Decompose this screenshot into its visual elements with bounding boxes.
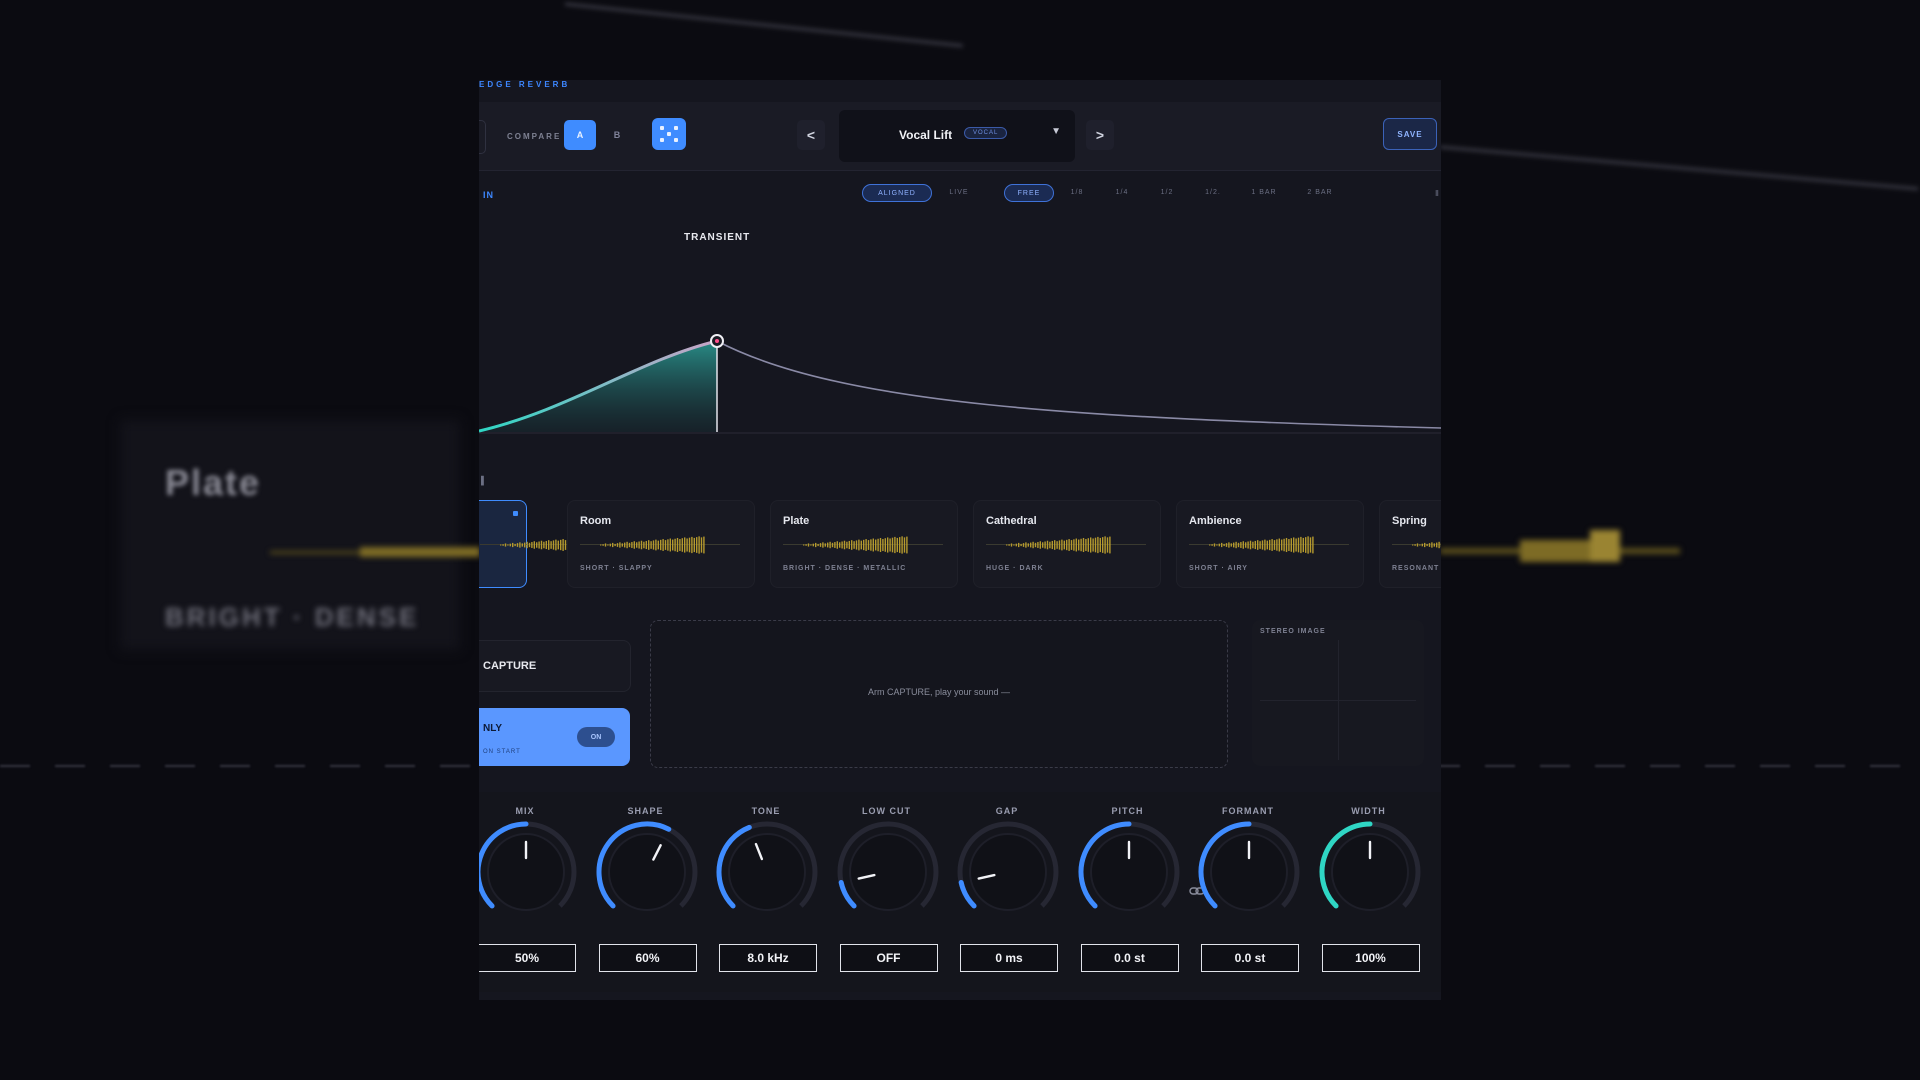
reverb-type-name: Room <box>580 515 612 527</box>
preset-tag-badge: VOCAL <box>964 127 1008 139</box>
division-1-bar[interactable]: 1 BAR <box>1241 184 1287 200</box>
reverb-type-description: SHORT · SLAPPY <box>580 565 653 572</box>
bg-title: Plate <box>165 462 262 503</box>
division-2-bar[interactable]: 2 BAR <box>1297 184 1343 200</box>
preset-selector[interactable]: Vocal Lift VOCAL ▼ <box>839 110 1075 162</box>
reverb-plugin-panel: EDGE REVERB COMPARE A B < Vocal Lift VOC… <box>479 80 1441 1000</box>
decay-curve <box>716 340 1441 429</box>
knob-value-field[interactable]: 8.0 kHz <box>719 944 817 972</box>
waveform-thumbnail <box>1392 541 1441 549</box>
only-toggle-panel[interactable]: NLY ON START ON <box>479 708 630 766</box>
knob-width[interactable]: WIDTH 100% <box>1314 792 1424 982</box>
compare-a-button[interactable]: A <box>564 120 596 150</box>
knob-dial[interactable] <box>834 814 942 924</box>
knob-dial[interactable] <box>1316 814 1424 924</box>
toolbar: COMPARE A B < Vocal Lift VOCAL ▼ > SAVE <box>479 102 1441 171</box>
knob-value-field[interactable]: OFF <box>839 944 938 972</box>
knob-value-field[interactable]: 0 ms <box>960 944 1058 972</box>
reverb-type-description: RESONANT · <box>1392 565 1441 572</box>
reverb-type-name: Spring <box>1392 515 1427 527</box>
stereo-image-display: STEREO IMAGE <box>1252 620 1424 766</box>
compare-label: COMPARE <box>507 132 562 141</box>
knob-body <box>728 833 806 911</box>
preset-prev-button[interactable]: < <box>797 120 825 150</box>
reverb-type-name: Ambience <box>1189 515 1242 527</box>
knob-value-field[interactable]: 60% <box>598 944 697 972</box>
knob-tone[interactable]: TONE 8.0 kHz <box>711 792 821 982</box>
input-label: IN <box>483 190 494 200</box>
reverb-type-card[interactable] <box>479 500 640 588</box>
reverb-type-name: Plate <box>783 515 810 527</box>
bg-waveform-right <box>1440 530 1680 562</box>
knob-body <box>848 833 927 911</box>
only-toggle[interactable]: ON <box>577 727 615 747</box>
preset-next-button[interactable]: > <box>1086 120 1114 150</box>
reverb-type-card[interactable]: Cathedral HUGE · DARK <box>973 500 1161 588</box>
capture-button[interactable]: CAPTURE <box>479 640 631 692</box>
bg-waveform <box>270 547 480 557</box>
brand-strip: EDGE REVERB <box>479 80 571 89</box>
capture-drop-zone[interactable]: Arm CAPTURE, play your sound — <box>650 620 1228 768</box>
reverb-type-description: SHORT · AIRY <box>1189 565 1248 572</box>
only-label: NLY <box>483 723 503 734</box>
bg-subtitle: BRIGHT · DENSE <box>165 602 420 632</box>
reverb-type-card[interactable]: Spring RESONANT · <box>1379 500 1441 588</box>
dropzone-text: Arm CAPTURE, play your sound — <box>867 687 1011 697</box>
knob-value-field[interactable]: 0.0 st <box>1201 944 1299 972</box>
knob-value-field[interactable]: 100% <box>1321 944 1420 972</box>
section-marker: ▌ <box>481 476 487 485</box>
save-button[interactable]: SAVE <box>1383 118 1437 150</box>
knob-dial[interactable] <box>593 814 701 924</box>
stereo-image-label: STEREO IMAGE <box>1260 628 1326 635</box>
knob-value-field[interactable]: 0.0 st <box>1080 944 1179 972</box>
chevron-down-icon[interactable]: ▼ <box>1051 126 1061 137</box>
division-1-4[interactable]: 1/4 <box>1104 184 1140 200</box>
knob-pitch[interactable]: PITCH 0.0 st <box>1073 792 1183 982</box>
knob-body <box>969 833 1047 911</box>
knob-formant[interactable]: FORMANT 0.0 st <box>1193 792 1303 982</box>
stereo-axis-horizontal <box>1260 700 1416 701</box>
selected-indicator <box>513 511 518 516</box>
reverb-type-description: BRIGHT · DENSE · METALLIC <box>783 565 907 572</box>
knob-dial[interactable] <box>479 814 580 924</box>
knob-dial[interactable] <box>713 814 821 924</box>
toolbar-left-button[interactable] <box>479 120 486 154</box>
knob-gap[interactable]: GAP 0 ms <box>952 792 1062 982</box>
waveform-thumbnail <box>986 536 1146 554</box>
knob-mix[interactable]: MIX 50% <box>479 792 580 982</box>
division-1-8[interactable]: 1/8 <box>1059 184 1095 200</box>
knob-body <box>607 833 686 911</box>
waveform-thumbnail <box>580 536 740 554</box>
division-free[interactable]: FREE <box>1004 184 1054 202</box>
knob-dial[interactable] <box>1195 814 1303 924</box>
division-1-2-dotted[interactable]: 1/2. <box>1193 184 1233 200</box>
knob-low-cut[interactable]: LOW CUT OFF <box>832 792 942 982</box>
sync-mode-aligned[interactable]: ALIGNED <box>862 184 932 202</box>
transient-handle-dot <box>715 339 719 343</box>
reverb-type-card[interactable]: Room SHORT · SLAPPY <box>567 500 755 588</box>
knob-dial[interactable] <box>954 814 1062 924</box>
capture-label: CAPTURE <box>483 660 537 672</box>
edge-marker: Ⅱ <box>1435 189 1439 198</box>
bg-streak <box>1439 145 1919 191</box>
reverb-type-name: Cathedral <box>986 515 1037 527</box>
knob-row: MIX 50% SHAPE 60% TONE 8.0 kHz LOW CUT OFF GAP 0 … <box>479 792 1441 992</box>
reverb-type-description: HUGE · DARK <box>986 565 1044 572</box>
waveform-thumbnail <box>783 536 943 554</box>
waveform-thumbnail <box>1189 536 1349 554</box>
reverb-type-card[interactable]: Ambience SHORT · AIRY <box>1176 500 1364 588</box>
knob-dial[interactable] <box>1075 814 1183 924</box>
envelope-display[interactable] <box>479 210 1441 440</box>
knob-shape[interactable]: SHAPE 60% <box>591 792 701 982</box>
reverb-type-card[interactable]: Plate BRIGHT · DENSE · METALLIC <box>770 500 958 588</box>
compare-b-button[interactable]: B <box>601 120 633 150</box>
division-1-2[interactable]: 1/2 <box>1149 184 1185 200</box>
preset-name: Vocal Lift <box>899 128 953 142</box>
randomize-dice-icon[interactable] <box>652 118 686 150</box>
knob-value-field[interactable]: 50% <box>479 944 576 972</box>
sync-mode-live[interactable]: LIVE <box>937 184 981 200</box>
bg-streak <box>564 2 964 48</box>
only-sublabel: ON START <box>483 749 521 755</box>
